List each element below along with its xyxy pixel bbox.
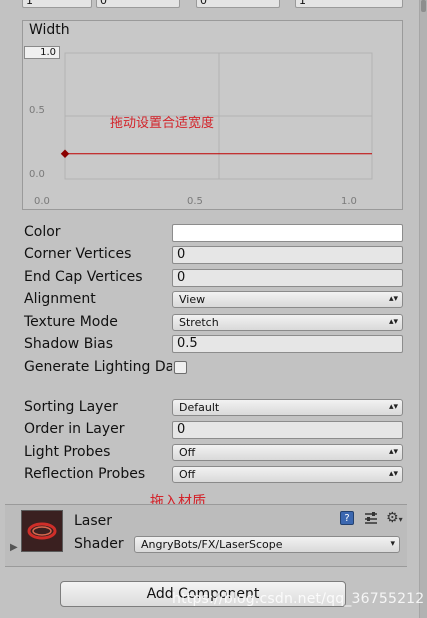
generate-lighting-label: Generate Lighting Da — [24, 359, 172, 375]
foldout-arrow-icon[interactable]: ▶ — [10, 542, 18, 553]
texture-mode-dropdown[interactable]: Stretch ▴▾ — [172, 314, 403, 331]
chevron-updown-icon: ▴▾ — [388, 447, 398, 457]
material-name: Laser — [74, 513, 113, 529]
alignment-label: Alignment — [24, 291, 96, 307]
alignment-value: View — [179, 293, 206, 306]
chevron-updown-icon: ▴▾ — [388, 294, 398, 304]
chevron-updown-icon: ▴▾ — [388, 402, 398, 412]
order-in-layer-field[interactable]: 0 — [172, 421, 403, 439]
chevron-updown-icon: ▴▾ — [388, 469, 398, 479]
section-divider-bottom — [5, 566, 407, 567]
reflection-probes-dropdown[interactable]: Off ▴▾ — [172, 466, 403, 483]
reflection-probes-label: Reflection Probes — [24, 466, 146, 482]
end-cap-vertices-field[interactable]: 0 — [172, 269, 403, 287]
x-tick-1.0: 1.0 — [341, 196, 357, 207]
color-label: Color — [24, 224, 61, 240]
material-preview-thumbnail[interactable] — [21, 510, 63, 552]
preset-sliders-icon[interactable] — [364, 511, 378, 529]
sorting-layer-dropdown[interactable]: Default ▴▾ — [172, 399, 403, 416]
chevron-updown-icon: ▴▾ — [388, 317, 398, 327]
y-tick-0.0: 0.0 — [29, 169, 45, 180]
corner-vertices-field[interactable]: 0 — [172, 246, 403, 264]
top-field-y[interactable]: 0 — [96, 0, 180, 8]
order-in-layer-label: Order in Layer — [24, 421, 125, 437]
x-tick-0.0: 0.0 — [34, 196, 50, 207]
light-probes-value: Off — [179, 446, 196, 459]
width-curve-panel[interactable]: Width 1.0 0.5 0.0 0.0 0.5 1.0 拖动设置合适宽度 — [22, 20, 403, 210]
texture-mode-value: Stretch — [179, 316, 219, 329]
shadow-bias-label: Shadow Bias — [24, 336, 114, 352]
generate-lighting-checkbox[interactable] — [174, 361, 187, 374]
shader-label: Shader — [74, 536, 124, 552]
laser-ring-icon — [27, 522, 57, 540]
gear-icon[interactable]: ⚙▾ — [386, 510, 403, 526]
y-tick-0.5: 0.5 — [29, 105, 45, 116]
shader-dropdown[interactable]: AngryBots/FX/LaserScope ▾ — [134, 536, 400, 553]
shadow-bias-field[interactable]: 0.5 — [172, 335, 403, 353]
width-annotation: 拖动设置合适宽度 — [110, 116, 215, 131]
shader-value: AngryBots/FX/LaserScope — [141, 538, 283, 551]
color-field[interactable] — [172, 224, 403, 242]
sorting-layer-label: Sorting Layer — [24, 399, 118, 415]
light-probes-dropdown[interactable]: Off ▴▾ — [172, 444, 403, 461]
inspector-scrollbar[interactable] — [419, 0, 427, 618]
reflection-probes-value: Off — [179, 468, 196, 481]
sorting-layer-value: Default — [179, 401, 220, 414]
help-icon[interactable]: ? — [340, 511, 354, 525]
top-field-x[interactable]: 1 — [22, 0, 92, 8]
x-tick-0.5: 0.5 — [187, 196, 203, 207]
corner-vertices-label: Corner Vertices — [24, 246, 132, 262]
chevron-down-icon: ▾ — [390, 539, 395, 549]
end-cap-vertices-label: End Cap Vertices — [24, 269, 143, 285]
texture-mode-label: Texture Mode — [24, 314, 118, 330]
top-field-w[interactable]: 1 — [295, 0, 403, 8]
scrollbar-thumb[interactable] — [421, 0, 426, 12]
light-probes-label: Light Probes — [24, 444, 111, 460]
top-field-z[interactable]: 0 — [196, 0, 280, 8]
alignment-dropdown[interactable]: View ▴▾ — [172, 291, 403, 308]
watermark-text: https://blog.csdn.net/qq_36755212 — [172, 591, 425, 607]
